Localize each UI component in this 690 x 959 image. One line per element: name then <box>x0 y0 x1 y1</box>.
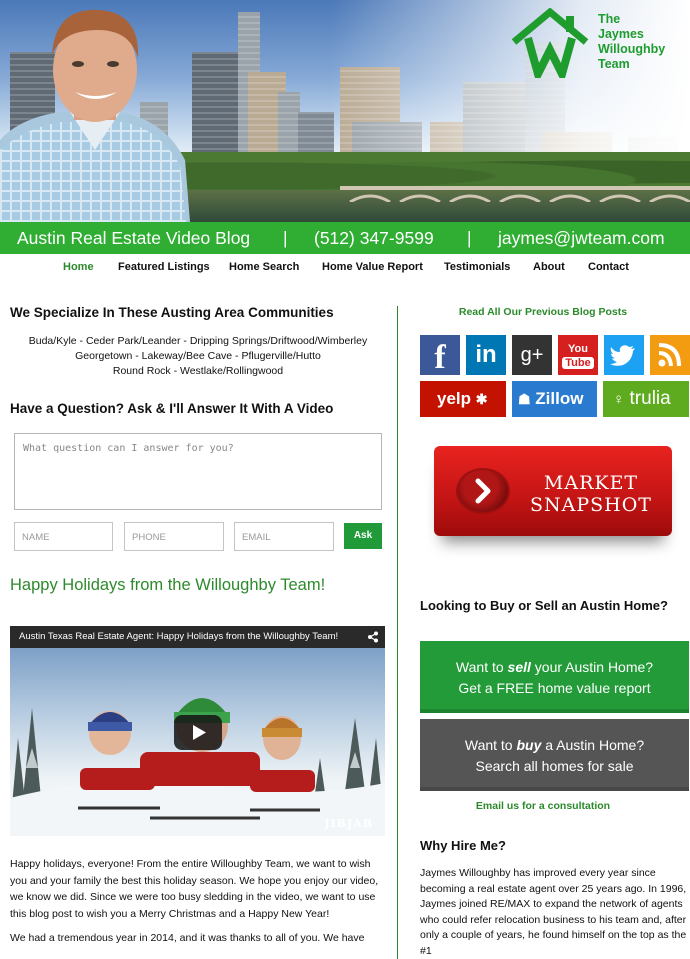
twitter-icon[interactable] <box>604 335 644 375</box>
video-title[interactable]: Austin Texas Real Estate Agent: Happy Ho… <box>19 631 338 642</box>
team-logo[interactable]: The Jaymes Willoughby Team <box>510 7 690 86</box>
sell-home-button[interactable]: Want to sell your Austin Home? Get a FRE… <box>420 641 689 713</box>
market-snapshot-line: MARKET <box>543 472 639 494</box>
cta-text: your Austin Home? <box>530 659 654 675</box>
zillow-z-icon: ☗ <box>518 391 531 407</box>
nav-featured-listings[interactable]: Featured Listings <box>118 261 210 273</box>
ask-heading: Have a Question? Ask & I'll Answer It Wi… <box>10 401 334 416</box>
market-snapshot-button[interactable]: MARKET SNAPSHOT <box>434 446 672 536</box>
yelp-icon[interactable]: yelp ✱ <box>420 381 506 417</box>
yelp-label: yelp <box>437 389 472 408</box>
logo-text-line: Jaymes <box>598 27 644 41</box>
communities-line: Georgetown - Lakeway/Bee Cave - Pflugerv… <box>75 350 321 362</box>
nav-home-value-report[interactable]: Home Value Report <box>322 261 423 273</box>
buy-home-button[interactable]: Want to buy a Austin Home? Search all ho… <box>420 719 689 791</box>
video-title-bar: Austin Texas Real Estate Agent: Happy Ho… <box>10 626 385 648</box>
why-hire-body: Jaymes Willoughby has improved every yea… <box>420 867 687 957</box>
cta-text: Want to <box>455 659 508 675</box>
specialize-heading: We Specialize In These Austing Area Comm… <box>10 305 334 320</box>
video-thumbnail: JIBJAB <box>10 648 385 836</box>
phone-number[interactable]: (512) 347-9599 <box>314 228 434 249</box>
arrow-circle <box>456 468 510 514</box>
buy-home-line2: Search all homes for sale <box>475 758 634 774</box>
ask-button[interactable]: Ask <box>344 523 382 549</box>
communities-line: Round Rock - Westlake/Rollingwood <box>112 365 284 377</box>
email-consultation-link[interactable]: Email us for a consultation <box>420 800 666 812</box>
why-hire-heading: Why Hire Me? <box>420 838 506 853</box>
nav-contact[interactable]: Contact <box>588 261 629 273</box>
post-paragraph: We had a tremendous year in 2014, and it… <box>10 932 365 944</box>
sell-home-line2: Get a FREE home value report <box>458 680 651 696</box>
video-player[interactable]: JIBJAB Austin Texas Real Estate Agent: H… <box>10 626 385 836</box>
market-snapshot-line: SNAPSHOT <box>530 494 652 516</box>
bridge <box>340 186 690 202</box>
phone-field[interactable]: PHONE <box>124 522 224 551</box>
email-field[interactable]: EMAIL <box>234 522 334 551</box>
name-field[interactable]: NAME <box>14 522 113 551</box>
post-body: Happy holidays, everyone! From the entir… <box>10 856 388 947</box>
nav-about[interactable]: About <box>533 261 565 273</box>
trulia-icon[interactable]: ♀ trulia <box>603 381 689 417</box>
play-icon <box>193 725 206 740</box>
nav-testimonials[interactable]: Testimonials <box>444 261 510 273</box>
video-watermark: JIBJAB <box>324 817 373 830</box>
buy-sell-heading: Looking to Buy or Sell an Austin Home? <box>420 598 668 613</box>
main-nav: Home Featured Listings Home Search Home … <box>0 254 690 280</box>
cta-emphasis: buy <box>516 737 542 753</box>
rss-feed-icon <box>658 343 681 367</box>
linkedin-icon[interactable]: in <box>466 335 506 375</box>
zillow-label: Zillow <box>535 389 584 408</box>
question-textarea[interactable]: What question can I answer for you? <box>14 433 382 510</box>
email-address[interactable]: jaymes@jwteam.com <box>498 228 665 249</box>
header-banner: The Jaymes Willoughby Team <box>0 0 690 222</box>
facebook-icon[interactable]: f <box>420 335 460 376</box>
skyline-building <box>192 52 238 162</box>
cta-emphasis: sell <box>507 659 531 675</box>
google-plus-icon[interactable]: g+ <box>512 335 552 375</box>
play-button[interactable] <box>174 715 222 750</box>
rss-icon[interactable] <box>650 335 690 375</box>
sell-home-line1: Want to sell your Austin Home? <box>420 657 689 678</box>
twitter-bird-icon <box>610 345 635 366</box>
agent-portrait <box>0 9 190 222</box>
youtube-icon-text: Tube <box>562 357 594 369</box>
youtube-icon-text: You <box>568 343 588 355</box>
logo-text-line: Willoughby <box>598 42 666 56</box>
house-logo-icon <box>511 7 589 86</box>
trulia-label: trulia <box>629 388 671 409</box>
youtube-icon[interactable]: You Tube <box>558 335 598 375</box>
chevron-right-icon <box>475 478 491 504</box>
blog-title[interactable]: Austin Real Estate Video Blog <box>17 228 250 249</box>
share-icon[interactable] <box>367 631 379 643</box>
header-contact-bar: Austin Real Estate Video Blog | (512) 34… <box>0 222 690 254</box>
post-title[interactable]: Happy Holidays from the Willoughby Team! <box>10 576 325 595</box>
separator: | <box>283 228 288 248</box>
buy-home-line1: Want to buy a Austin Home? <box>420 735 689 756</box>
nav-home-search[interactable]: Home Search <box>229 261 299 273</box>
nav-home[interactable]: Home <box>63 261 94 273</box>
cta-text: a Austin Home? <box>541 737 645 753</box>
separator: | <box>467 228 472 248</box>
read-all-posts-link[interactable]: Read All Our Previous Blog Posts <box>420 306 666 318</box>
logo-text-line: Team <box>598 57 630 71</box>
communities-line: Buda/Kyle - Ceder Park/Leander - Drippin… <box>28 335 368 347</box>
column-divider <box>397 306 398 959</box>
zillow-icon[interactable]: ☗ Zillow <box>512 381 597 417</box>
communities-list: Buda/Kyle - Ceder Park/Leander - Drippin… <box>10 334 386 379</box>
trulia-pin-icon: ♀ <box>613 391 625 408</box>
cta-text: Want to <box>464 737 517 753</box>
yelp-burst-icon: ✱ <box>475 391 488 407</box>
post-paragraph: Happy holidays, everyone! From the entir… <box>10 858 379 920</box>
logo-text-line: The <box>598 12 621 26</box>
